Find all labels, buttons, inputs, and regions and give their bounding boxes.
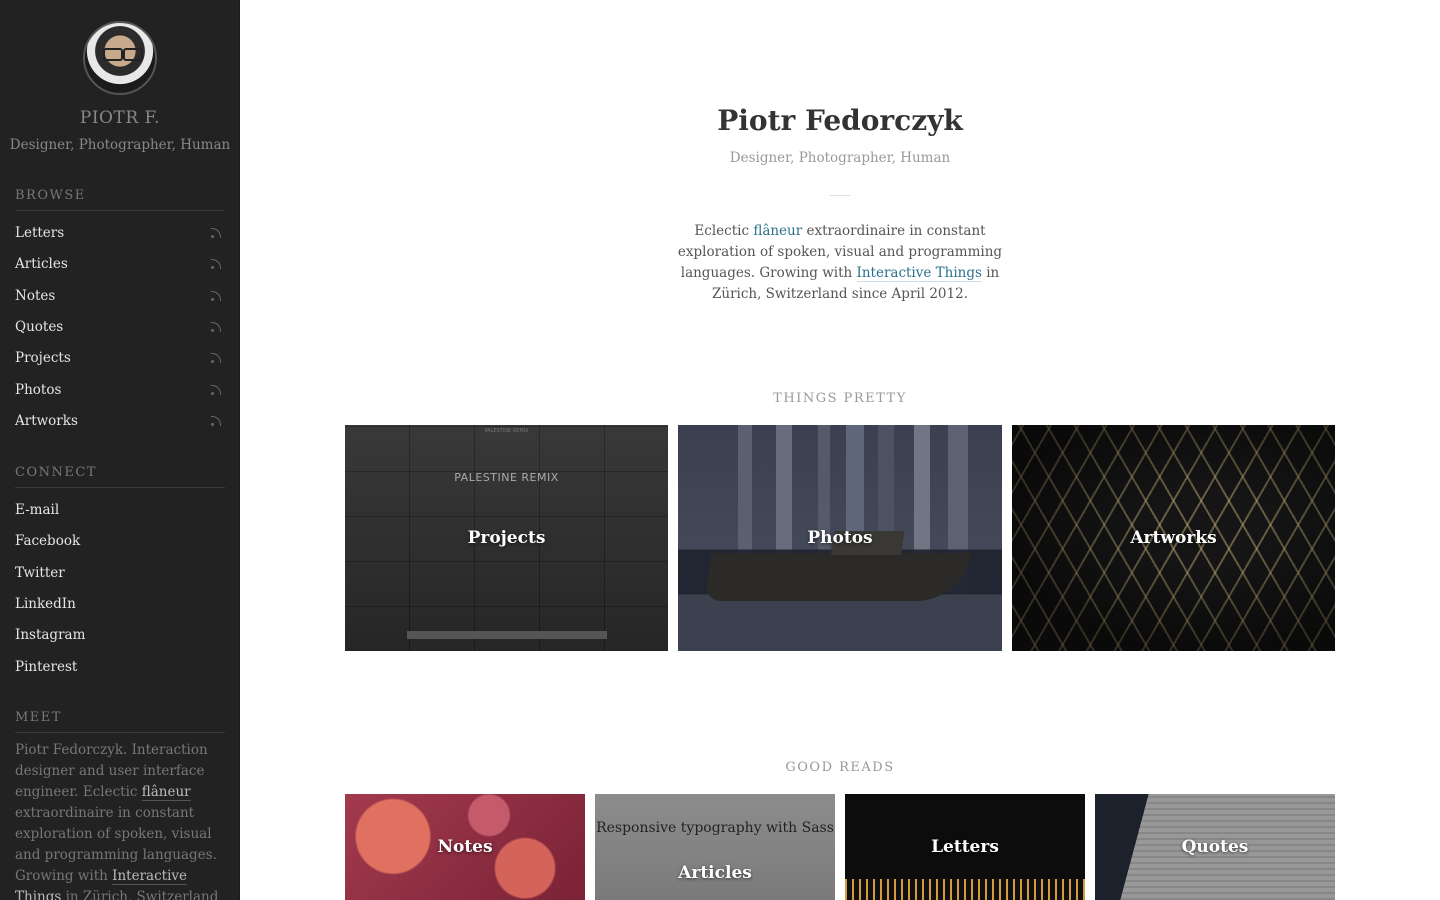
meet-heading: MEET: [15, 710, 225, 733]
avatar[interactable]: [83, 21, 157, 95]
page-title: Piotr Fedorczyk: [717, 104, 963, 137]
rss-icon[interactable]: [211, 228, 221, 238]
sidebar-item-articles[interactable]: Articles: [15, 253, 225, 275]
boat-illustration: [704, 553, 972, 601]
tile-label: Articles: [678, 863, 752, 883]
projects-screen-bar: [407, 631, 607, 639]
sidebar-item-quotes[interactable]: Quotes: [15, 316, 225, 338]
main-content: Piotr Fedorczyk Designer, Photographer, …: [240, 0, 1440, 900]
connect-instagram-link[interactable]: Instagram: [15, 624, 225, 646]
sidebar-item-label: Articles: [15, 256, 68, 272]
sidebar-item-letters[interactable]: Letters: [15, 222, 225, 244]
flaneur-link[interactable]: flâneur: [753, 223, 802, 239]
meet-text: Piotr Fedorczyk. Interaction designer an…: [15, 740, 227, 900]
things-pretty-heading: THINGS PRETTY: [773, 391, 907, 406]
articles-thumbnail: [595, 794, 835, 900]
rss-icon[interactable]: [211, 416, 221, 426]
rss-icon[interactable]: [211, 291, 221, 301]
quotes-tile[interactable]: Quotes: [1095, 794, 1335, 900]
sidebar-item-label: Notes: [15, 288, 56, 304]
flaneur-link[interactable]: flâneur: [141, 784, 191, 801]
site-tagline: Designer, Photographer, Human: [9, 137, 231, 153]
sidebar-item-artworks[interactable]: Artworks: [15, 410, 225, 432]
sidebar-item-label: Quotes: [15, 319, 64, 335]
tile-label: Photos: [807, 528, 873, 548]
interactive-things-link[interactable]: Interactive Things: [856, 265, 982, 282]
articles-headline: Responsive typography with Sass: [596, 820, 834, 836]
intro-text: Eclectic flâneur extraordinaire in const…: [677, 223, 1003, 302]
letters-tile[interactable]: Letters: [845, 794, 1085, 900]
tile-label: Quotes: [1181, 837, 1249, 857]
connect-pinterest-link[interactable]: Pinterest: [15, 656, 225, 678]
tile-label: Artworks: [1130, 528, 1217, 548]
divider: [830, 195, 850, 196]
site-name[interactable]: PIOTR F.: [0, 108, 239, 128]
sidebar-item-label: Artworks: [15, 413, 78, 429]
artworks-tile[interactable]: Artworks: [1012, 425, 1335, 651]
sidebar-item-photos[interactable]: Photos: [15, 379, 225, 401]
sidebar: PIOTR F. Designer, Photographer, Human B…: [0, 0, 240, 900]
sidebar-item-label: Letters: [15, 225, 65, 241]
projects-screen-title: PALESTINE REMIX: [454, 471, 559, 484]
tile-label: Notes: [437, 837, 493, 857]
articles-tile[interactable]: Responsive typography with Sass Articles: [595, 794, 835, 900]
browse-heading: BROWSE: [15, 188, 225, 211]
tile-label: Letters: [931, 837, 999, 857]
rss-icon[interactable]: [211, 353, 221, 363]
projects-tile[interactable]: PALESTINE REMIX PALESTINE REMIX Projects: [345, 425, 668, 651]
sidebar-item-notes[interactable]: Notes: [15, 285, 225, 307]
projects-screen-top: PALESTINE REMIX: [484, 428, 529, 434]
notes-tile[interactable]: Notes: [345, 794, 585, 900]
connect-facebook-link[interactable]: Facebook: [15, 530, 225, 552]
photos-tile[interactable]: Photos: [678, 425, 1002, 651]
sidebar-item-label: Photos: [15, 382, 62, 398]
page-subtitle: Designer, Photographer, Human: [729, 150, 951, 166]
connect-twitter-link[interactable]: Twitter: [15, 562, 225, 584]
connect-heading: CONNECT: [15, 465, 225, 488]
sidebar-item-label: Projects: [15, 350, 71, 366]
rss-icon[interactable]: [211, 259, 221, 269]
connect-email-link[interactable]: E-mail: [15, 499, 225, 521]
rss-icon[interactable]: [211, 322, 221, 332]
good-reads-heading: GOOD READS: [785, 760, 895, 775]
sidebar-item-projects[interactable]: Projects: [15, 347, 225, 369]
connect-linkedin-link[interactable]: LinkedIn: [15, 593, 225, 615]
tile-label: Projects: [467, 528, 546, 548]
rss-icon[interactable]: [211, 385, 221, 395]
